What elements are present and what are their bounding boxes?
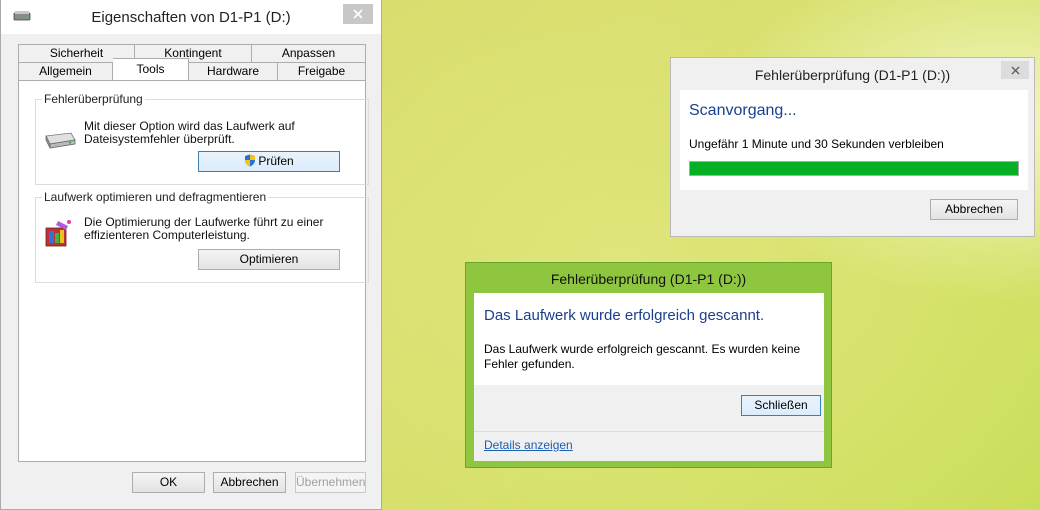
done-message: Das Laufwerk wurde erfolgreich gescannt.… <box>484 342 801 371</box>
time-remaining: Ungefähr 1 Minute und 30 Sekunden verble… <box>689 137 944 151</box>
close-button[interactable] <box>343 4 373 24</box>
check-button-label: Prüfen <box>258 154 294 168</box>
scan-close-button[interactable] <box>1001 61 1029 79</box>
progress-fill <box>690 162 1018 175</box>
tab-allgemein[interactable]: Allgemein <box>18 62 113 80</box>
close-icon <box>353 9 363 19</box>
tab-anpassen[interactable]: Anpassen <box>252 44 366 62</box>
tab-row-top: Sicherheit Kontingent Anpassen <box>18 44 366 62</box>
scan-heading: Scanvorgang... <box>689 102 797 119</box>
ok-button[interactable]: OK <box>132 472 205 493</box>
scan-dialog-title: Fehlerüberprüfung (D1-P1 (D:)) <box>754 67 951 83</box>
done-heading: Das Laufwerk wurde erfolgreich gescannt. <box>484 307 765 324</box>
tab-hardware[interactable]: Hardware <box>189 62 278 80</box>
shield-icon <box>245 154 256 167</box>
apply-button[interactable]: Übernehmen <box>295 472 366 493</box>
done-message-area: Das Laufwerk wurde erfolgreich gescannt.… <box>474 293 824 385</box>
optimize-label: Laufwerk optimieren und defragmentieren <box>42 190 269 204</box>
title-bar[interactable]: Eigenschaften von D1-P1 (D:) <box>1 0 381 34</box>
scan-dialog-body: Scanvorgang... Ungefähr 1 Minute und 30 … <box>680 90 1028 190</box>
progress-bar <box>689 161 1019 176</box>
hard-drive-icon <box>45 132 76 149</box>
optimize-button[interactable]: Optimieren <box>198 249 340 270</box>
scan-cancel-button[interactable]: Abbrechen <box>930 199 1018 220</box>
window-title: Eigenschaften von D1-P1 (D:) <box>91 9 291 26</box>
done-dialog-body: Das Laufwerk wurde erfolgreich gescannt.… <box>474 293 824 461</box>
defrag-icon <box>45 220 71 247</box>
cancel-button[interactable]: Abbrechen <box>213 472 286 493</box>
tab-freigabe[interactable]: Freigabe <box>278 62 366 80</box>
tab-tools[interactable]: Tools <box>113 58 189 80</box>
scan-progress-dialog: Fehlerüberprüfung (D1-P1 (D:)) Scanvorga… <box>670 57 1035 237</box>
scan-complete-dialog: Fehlerüberprüfung (D1-P1 (D:)) Das Laufw… <box>465 262 832 468</box>
error-check-label: Fehlerüberprüfung <box>42 92 145 106</box>
error-check-group: Fehlerüberprüfung Mit dieser Option wird… <box>35 92 369 185</box>
optimize-description: Die Optimierung der Laufwerke führt zu e… <box>84 215 324 242</box>
close-icon <box>1010 65 1020 75</box>
optimize-group: Laufwerk optimieren und defragmentieren … <box>35 190 369 283</box>
properties-window: Eigenschaften von D1-P1 (D:) Sicherheit … <box>0 0 382 510</box>
details-link[interactable]: Details anzeigen <box>484 438 573 452</box>
error-check-description: Mit dieser Option wird das Laufwerk auf … <box>84 119 295 146</box>
divider <box>474 431 824 432</box>
done-dialog-title: Fehlerüberprüfung (D1-P1 (D:)) <box>550 271 747 287</box>
close-dialog-button[interactable]: Schließen <box>741 395 821 416</box>
check-button[interactable]: Prüfen <box>198 151 340 172</box>
tab-row-bottom: Allgemein Tools Hardware Freigabe <box>18 58 366 80</box>
tools-panel: Fehlerüberprüfung Mit dieser Option wird… <box>18 80 369 462</box>
